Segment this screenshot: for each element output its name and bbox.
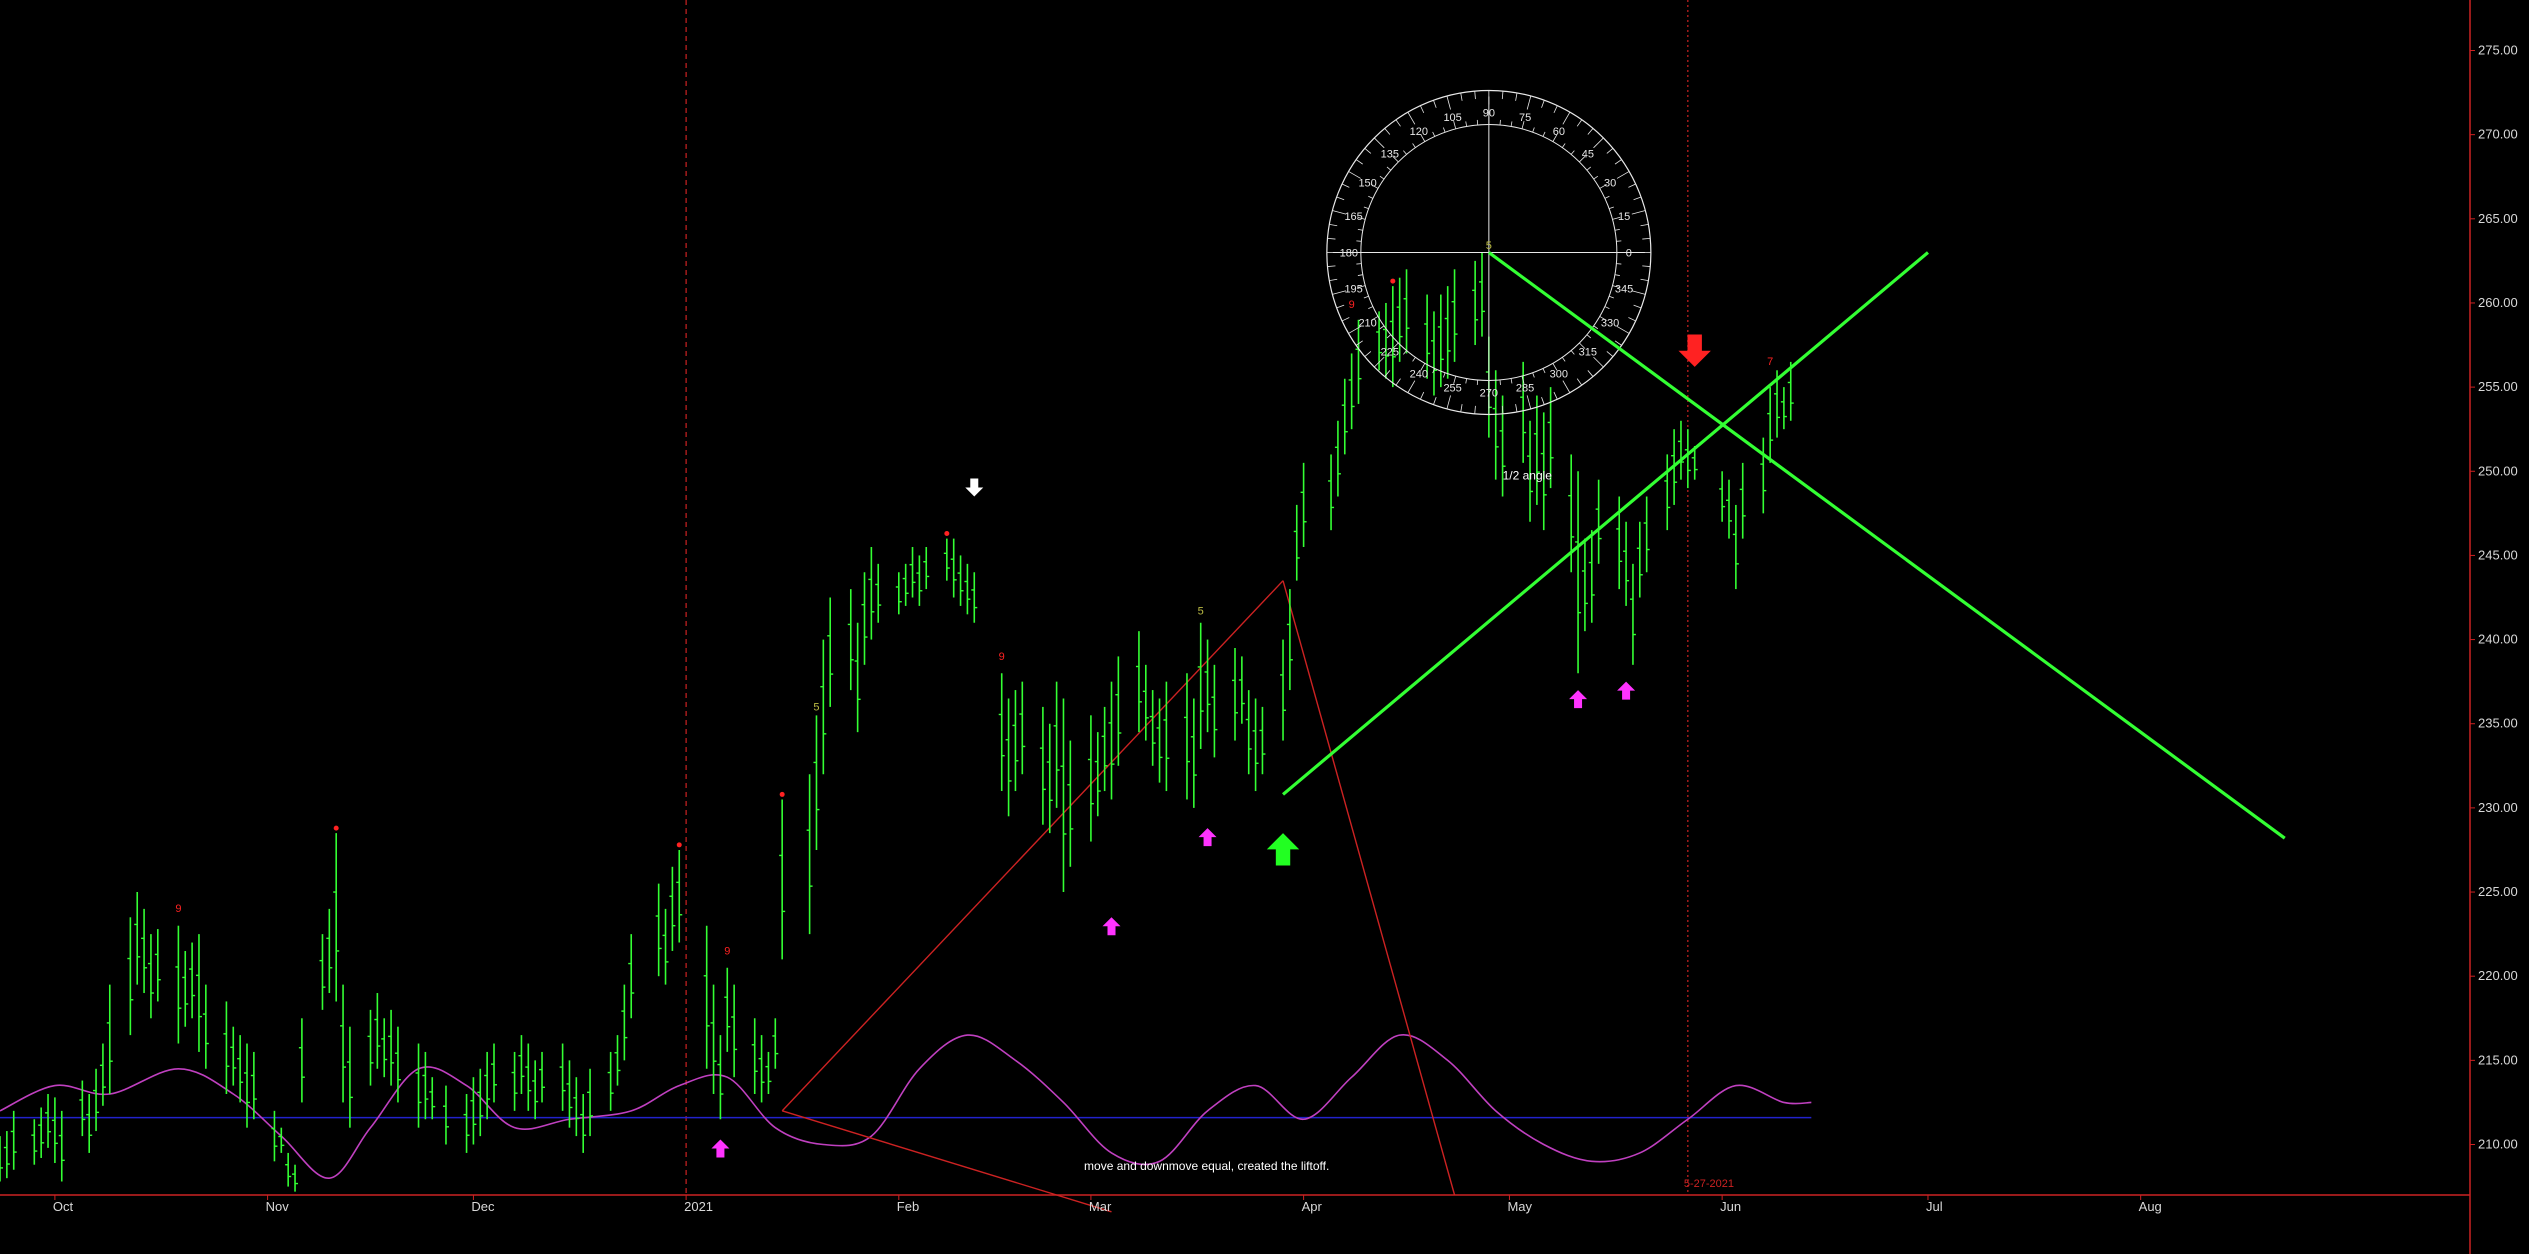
red-dot-marker <box>1390 278 1396 284</box>
red-dot-marker <box>333 825 339 831</box>
protractor-angle-label: 330 <box>1601 317 1619 329</box>
sequence-count-label: 9 <box>175 903 181 915</box>
y-axis-tick-label: 210.00 <box>2478 1137 2518 1152</box>
x-axis-tick-label: Apr <box>1302 1199 1323 1214</box>
sequence-count-label: 5 <box>813 701 819 713</box>
x-axis-tick-label: Feb <box>897 1199 919 1214</box>
protractor-angle-label: 15 <box>1618 211 1630 223</box>
protractor-angle-label: 135 <box>1381 148 1399 160</box>
y-axis-tick-label: 230.00 <box>2478 800 2518 815</box>
sequence-count-label: 9 <box>724 945 730 957</box>
y-axis-tick-label: 270.00 <box>2478 127 2518 142</box>
x-axis-tick-label: Jun <box>1720 1199 1741 1214</box>
x-axis-tick-label: Aug <box>2139 1199 2162 1214</box>
y-axis-tick-label: 275.00 <box>2478 42 2518 57</box>
protractor-angle-label: 75 <box>1519 112 1531 124</box>
protractor-angle-label: 150 <box>1358 177 1376 189</box>
sequence-count-label: 5 <box>1198 605 1204 617</box>
x-axis-tick-label: 2021 <box>684 1199 713 1214</box>
red-dot-marker <box>676 842 682 848</box>
sequence-count-label: 9 <box>999 651 1005 663</box>
sequence-count-label: 5 <box>1486 240 1492 252</box>
protractor-angle-label: 30 <box>1604 177 1616 189</box>
y-axis-tick-label: 255.00 <box>2478 379 2518 394</box>
y-axis-tick-label: 220.00 <box>2478 968 2518 983</box>
y-axis-tick-label: 235.00 <box>2478 716 2518 731</box>
x-axis-tick-label: May <box>1507 1199 1532 1214</box>
protractor-angle-label: 180 <box>1340 247 1358 259</box>
protractor-angle-label: 60 <box>1553 126 1565 138</box>
protractor-angle-label: 300 <box>1550 369 1568 381</box>
protractor-angle-label: 165 <box>1344 211 1362 223</box>
y-axis-tick-label: 265.00 <box>2478 211 2518 226</box>
price-chart[interactable]: 5-27-2021 015304560759010512013515016518… <box>0 0 2529 1254</box>
x-axis-tick-label: Mar <box>1089 1199 1112 1214</box>
red-dot-marker <box>779 791 785 797</box>
chart-background <box>0 0 2529 1254</box>
protractor-angle-label: 0 <box>1626 247 1632 259</box>
x-axis-tick-label: Nov <box>266 1199 290 1214</box>
protractor-angle-label: 195 <box>1344 284 1362 296</box>
protractor-angle-label: 240 <box>1410 369 1428 381</box>
protractor-angle-label: 255 <box>1443 383 1461 395</box>
chart-annotation: 1/2 angle <box>1503 469 1553 483</box>
red-dot-marker <box>944 531 950 537</box>
protractor-angle-label: 105 <box>1443 112 1461 124</box>
x-axis-tick-label: Dec <box>471 1199 495 1214</box>
protractor-angle-label: 225 <box>1381 346 1399 358</box>
protractor-angle-label: 90 <box>1483 107 1495 119</box>
y-axis-tick-label: 225.00 <box>2478 884 2518 899</box>
y-axis-tick-label: 215.00 <box>2478 1052 2518 1067</box>
vertical-line-date-label: 5-27-2021 <box>1684 1178 1734 1190</box>
y-axis-tick-label: 260.00 <box>2478 295 2518 310</box>
protractor-angle-label: 285 <box>1516 383 1534 395</box>
y-axis-tick-label: 250.00 <box>2478 463 2518 478</box>
y-axis-tick-label: 245.00 <box>2478 547 2518 562</box>
protractor-angle-label: 315 <box>1579 346 1597 358</box>
sequence-count-label: 9 <box>1349 299 1355 311</box>
protractor-angle-label: 270 <box>1480 387 1498 399</box>
protractor-angle-label: 210 <box>1358 317 1376 329</box>
sequence-count-label: 7 <box>1767 356 1773 368</box>
protractor-angle-label: 345 <box>1615 284 1633 296</box>
protractor-angle-label: 120 <box>1410 126 1428 138</box>
x-axis-tick-label: Jul <box>1926 1199 1943 1214</box>
protractor-angle-label: 45 <box>1582 148 1594 160</box>
x-axis-tick-label: Oct <box>53 1199 74 1214</box>
y-axis-tick-label: 240.00 <box>2478 632 2518 647</box>
chart-annotation: move and downmove equal, created the lif… <box>1084 1159 1329 1173</box>
